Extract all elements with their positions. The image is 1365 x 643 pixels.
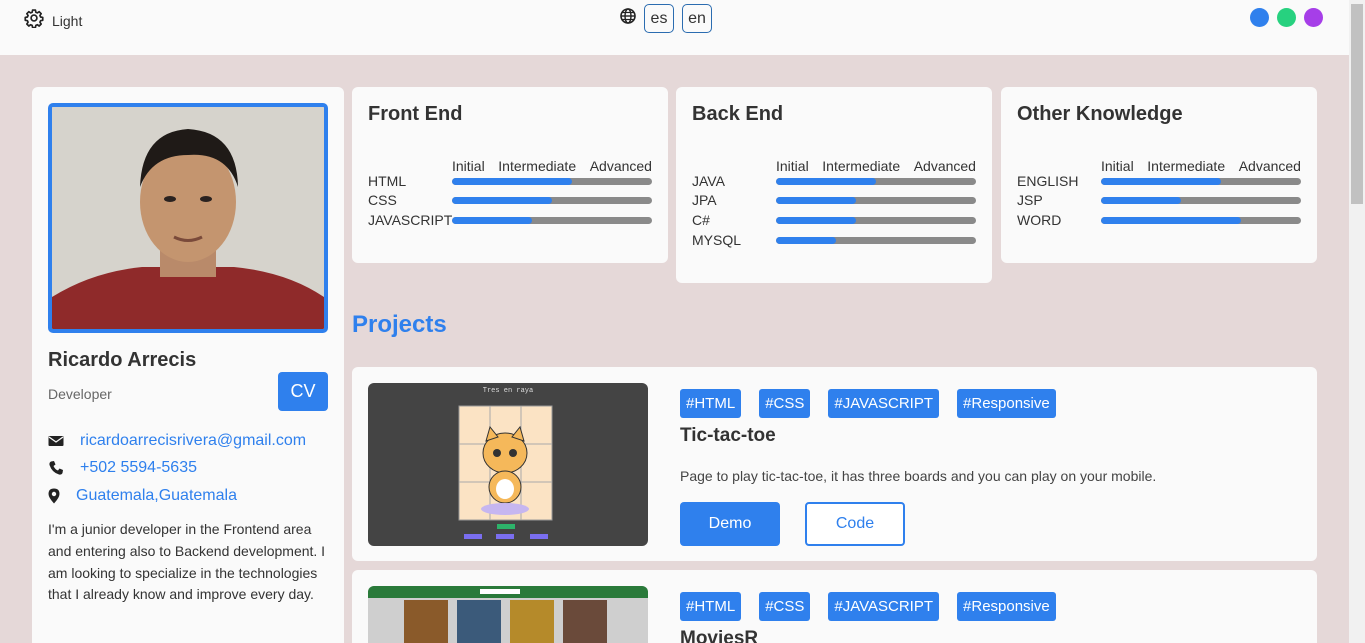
language-switcher: es en [620, 4, 712, 33]
skill-bar [452, 197, 652, 204]
color-option-blue[interactable] [1250, 8, 1269, 27]
skill-row: WORD [1017, 210, 1301, 230]
demo-button[interactable]: Demo [680, 502, 780, 546]
skill-row: JAVA [692, 171, 976, 191]
skill-bar-fill [776, 178, 876, 185]
skill-name: JSP [1017, 192, 1043, 208]
skill-bar [1101, 197, 1301, 204]
tag-responsive: #Responsive [957, 592, 1056, 621]
skill-name: HTML [368, 173, 407, 189]
skill-card-frontend: Front End Initial Intermediate Advanced … [352, 87, 668, 263]
skill-bar [452, 178, 652, 185]
skill-name: JAVASCRIPT [368, 212, 453, 228]
profile-role: Developer [48, 386, 112, 402]
profile-name: Ricardo Arrecis [48, 349, 197, 371]
contact-phone: +502 5594-5635 [48, 459, 197, 477]
skill-row: JAVASCRIPT [368, 210, 652, 230]
skill-bar-fill [452, 197, 552, 204]
lang-es-button[interactable]: es [644, 4, 674, 33]
skill-name: CSS [368, 192, 397, 208]
color-option-purple[interactable] [1304, 8, 1323, 27]
gear-icon [24, 8, 44, 33]
project-card: #HTML #CSS #JAVASCRIPT #Responsive Movie… [352, 570, 1317, 643]
skill-name: ENGLISH [1017, 173, 1079, 189]
project-name: Tic-tac-toe [680, 425, 776, 446]
skill-card-backend: Back End Initial Intermediate Advanced J… [676, 87, 992, 283]
location-link[interactable]: Guatemala,Guatemala [76, 487, 237, 505]
theme-toggle[interactable]: Light [24, 8, 82, 33]
skill-bar [776, 178, 976, 185]
tag-css: #CSS [759, 389, 811, 418]
skill-row: HTML [368, 171, 652, 191]
skill-bar-fill [776, 237, 836, 244]
skill-name: JAVA [692, 173, 725, 189]
color-option-green[interactable] [1277, 8, 1296, 27]
phone-icon [48, 460, 64, 476]
skill-bar [776, 197, 976, 204]
tag-html: #HTML [680, 389, 742, 418]
contact-location: Guatemala,Guatemala [48, 487, 237, 505]
skill-card-title: Other Knowledge [1017, 103, 1183, 125]
skill-bar-fill [1101, 197, 1181, 204]
skill-name: JPA [692, 192, 717, 208]
skill-bar-fill [452, 217, 532, 224]
cv-button[interactable]: CV [278, 372, 328, 411]
projects-heading: Projects [352, 311, 447, 338]
project-tags: #HTML #CSS #JAVASCRIPT #Responsive [680, 592, 1056, 621]
skill-bar-fill [1101, 217, 1241, 224]
globe-icon [620, 8, 636, 29]
skill-row: CSS [368, 190, 652, 210]
skill-bar [776, 237, 976, 244]
page-scrollbar[interactable] [1349, 0, 1365, 643]
code-button[interactable]: Code [805, 502, 905, 546]
skill-bar-fill [776, 217, 856, 224]
thumb-title: Tres en raya [483, 387, 533, 395]
project-card: Tres en raya #HTML #CSS #JAVASCRIPT #Res… [352, 367, 1317, 561]
skill-row: JPA [692, 190, 976, 210]
skill-card-title: Front End [368, 103, 463, 125]
tag-javascript: #JAVASCRIPT [828, 389, 940, 418]
theme-label: Light [52, 12, 83, 29]
tag-css: #CSS [759, 592, 811, 621]
map-pin-icon [48, 488, 60, 504]
project-tags: #HTML #CSS #JAVASCRIPT #Responsive [680, 389, 1056, 418]
tag-html: #HTML [680, 592, 742, 621]
email-link[interactable]: ricardoarrecisrivera@gmail.com [80, 432, 306, 450]
skill-row: ENGLISH [1017, 171, 1301, 191]
color-picker [1250, 8, 1323, 27]
project-thumbnail[interactable]: Tres en raya [368, 383, 648, 546]
skill-row: MYSQL [692, 230, 976, 250]
profile-bio: I'm a junior developer in the Frontend a… [48, 521, 326, 603]
skill-bar [452, 217, 652, 224]
skill-row: JSP [1017, 190, 1301, 210]
project-description: Page to play tic-tac-toe, it has three b… [680, 468, 1157, 484]
scrollbar-thumb[interactable] [1351, 4, 1363, 204]
tag-responsive: #Responsive [957, 389, 1056, 418]
top-bar: Light es en [0, 0, 1349, 55]
skill-name: MYSQL [692, 232, 742, 248]
profile-photo [48, 103, 328, 333]
lang-en-button[interactable]: en [682, 4, 712, 33]
skill-name: WORD [1017, 212, 1062, 228]
skill-bar-fill [776, 197, 856, 204]
skill-row: C# [692, 210, 976, 230]
phone-link[interactable]: +502 5594-5635 [80, 459, 197, 477]
skill-name: C# [692, 212, 710, 228]
skill-card-title: Back End [692, 103, 784, 125]
project-name: MoviesR [680, 628, 759, 643]
skill-bar [776, 217, 976, 224]
skill-card-other: Other Knowledge Initial Intermediate Adv… [1001, 87, 1317, 263]
envelope-icon [48, 433, 64, 449]
skill-bar-fill [1101, 178, 1221, 185]
skill-bar [1101, 178, 1301, 185]
project-thumbnail[interactable] [368, 586, 648, 643]
contact-email: ricardoarrecisrivera@gmail.com [48, 432, 306, 450]
skill-bar [1101, 217, 1301, 224]
skill-bar-fill [452, 178, 572, 185]
tag-javascript: #JAVASCRIPT [828, 592, 940, 621]
profile-card: Ricardo Arrecis Developer CV ricardoarre… [32, 87, 344, 643]
